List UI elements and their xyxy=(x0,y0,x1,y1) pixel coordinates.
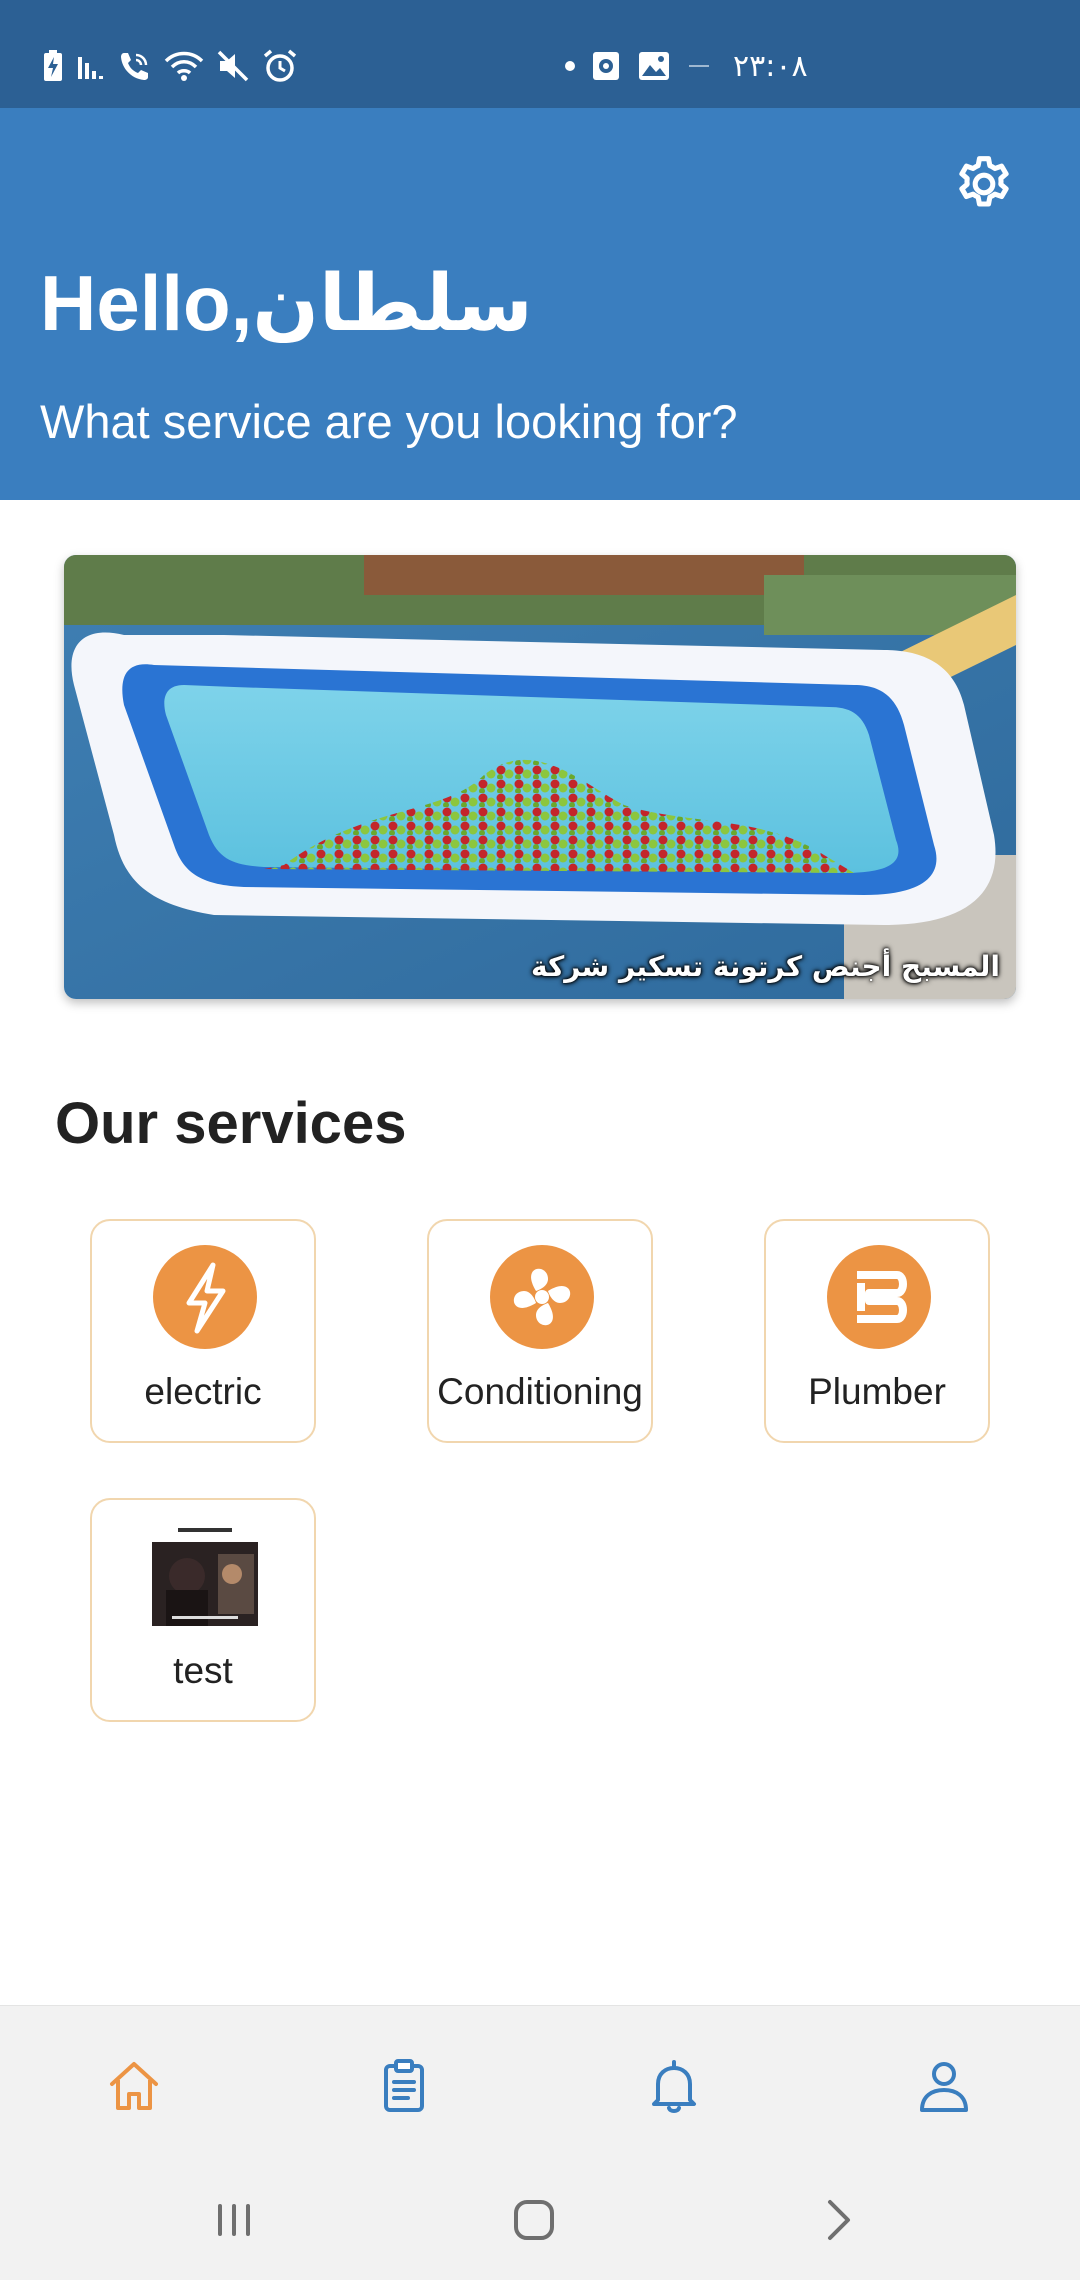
status-bar: ٢٣:٠٨ xyxy=(0,0,1080,108)
user-name: سلطان xyxy=(252,259,533,349)
service-card-electric[interactable]: electric xyxy=(90,1219,316,1443)
lightning-icon xyxy=(153,1245,257,1349)
banner-image xyxy=(64,555,1016,999)
alarm-icon xyxy=(263,49,297,82)
gear-icon[interactable] xyxy=(952,152,1016,216)
header: Hello, سلطان What service are you lookin… xyxy=(0,108,1080,500)
status-icons-left xyxy=(42,46,298,86)
battery-charging-icon xyxy=(44,50,62,81)
wifi-call-icon xyxy=(121,53,148,80)
gallery-icon xyxy=(639,52,669,80)
home-button-icon[interactable] xyxy=(504,2190,564,2250)
service-label: Conditioning xyxy=(437,1371,643,1412)
bell-icon[interactable] xyxy=(644,2056,704,2116)
services-title: Our services xyxy=(55,1091,407,1156)
promo-banner[interactable]: المسبح أجنص كرتونة تسكير شركة xyxy=(64,555,1016,999)
service-label: electric xyxy=(144,1371,262,1412)
service-label: Plumber xyxy=(808,1371,946,1412)
page-subtitle: What service are you looking for? xyxy=(40,395,738,448)
bottom-nav xyxy=(0,2005,1080,2160)
service-card-plumber[interactable]: Plumber xyxy=(764,1219,990,1443)
home-icon[interactable] xyxy=(104,2056,164,2116)
clipboard-icon[interactable] xyxy=(374,2056,434,2116)
service-label: test xyxy=(173,1650,233,1691)
status-time: ٢٣:٠٨ xyxy=(733,48,808,84)
recent-apps-icon[interactable] xyxy=(204,2190,264,2250)
signal-icon xyxy=(78,57,103,79)
service-card-conditioning[interactable]: Conditioning xyxy=(427,1219,653,1443)
thumbnail-image xyxy=(152,1524,258,1630)
system-navigation-bar xyxy=(0,2160,1080,2280)
service-card-test[interactable]: test xyxy=(90,1498,316,1722)
back-icon[interactable] xyxy=(808,2190,868,2250)
screen-record-icon xyxy=(593,52,619,80)
greeting: Hello, سلطان xyxy=(40,258,533,349)
minus-icon xyxy=(689,65,709,67)
banner-caption: المسبح أجنص كرتونة تسكير شركة xyxy=(531,950,1000,983)
dot-icon xyxy=(565,61,575,71)
mute-icon xyxy=(217,50,249,82)
greeting-prefix: Hello, xyxy=(40,259,253,347)
person-icon[interactable] xyxy=(914,2056,974,2116)
fan-icon xyxy=(490,1245,594,1349)
pipe-icon xyxy=(827,1245,931,1349)
status-icons-center: ٢٣:٠٨ xyxy=(565,46,808,86)
wifi-icon xyxy=(164,51,204,81)
